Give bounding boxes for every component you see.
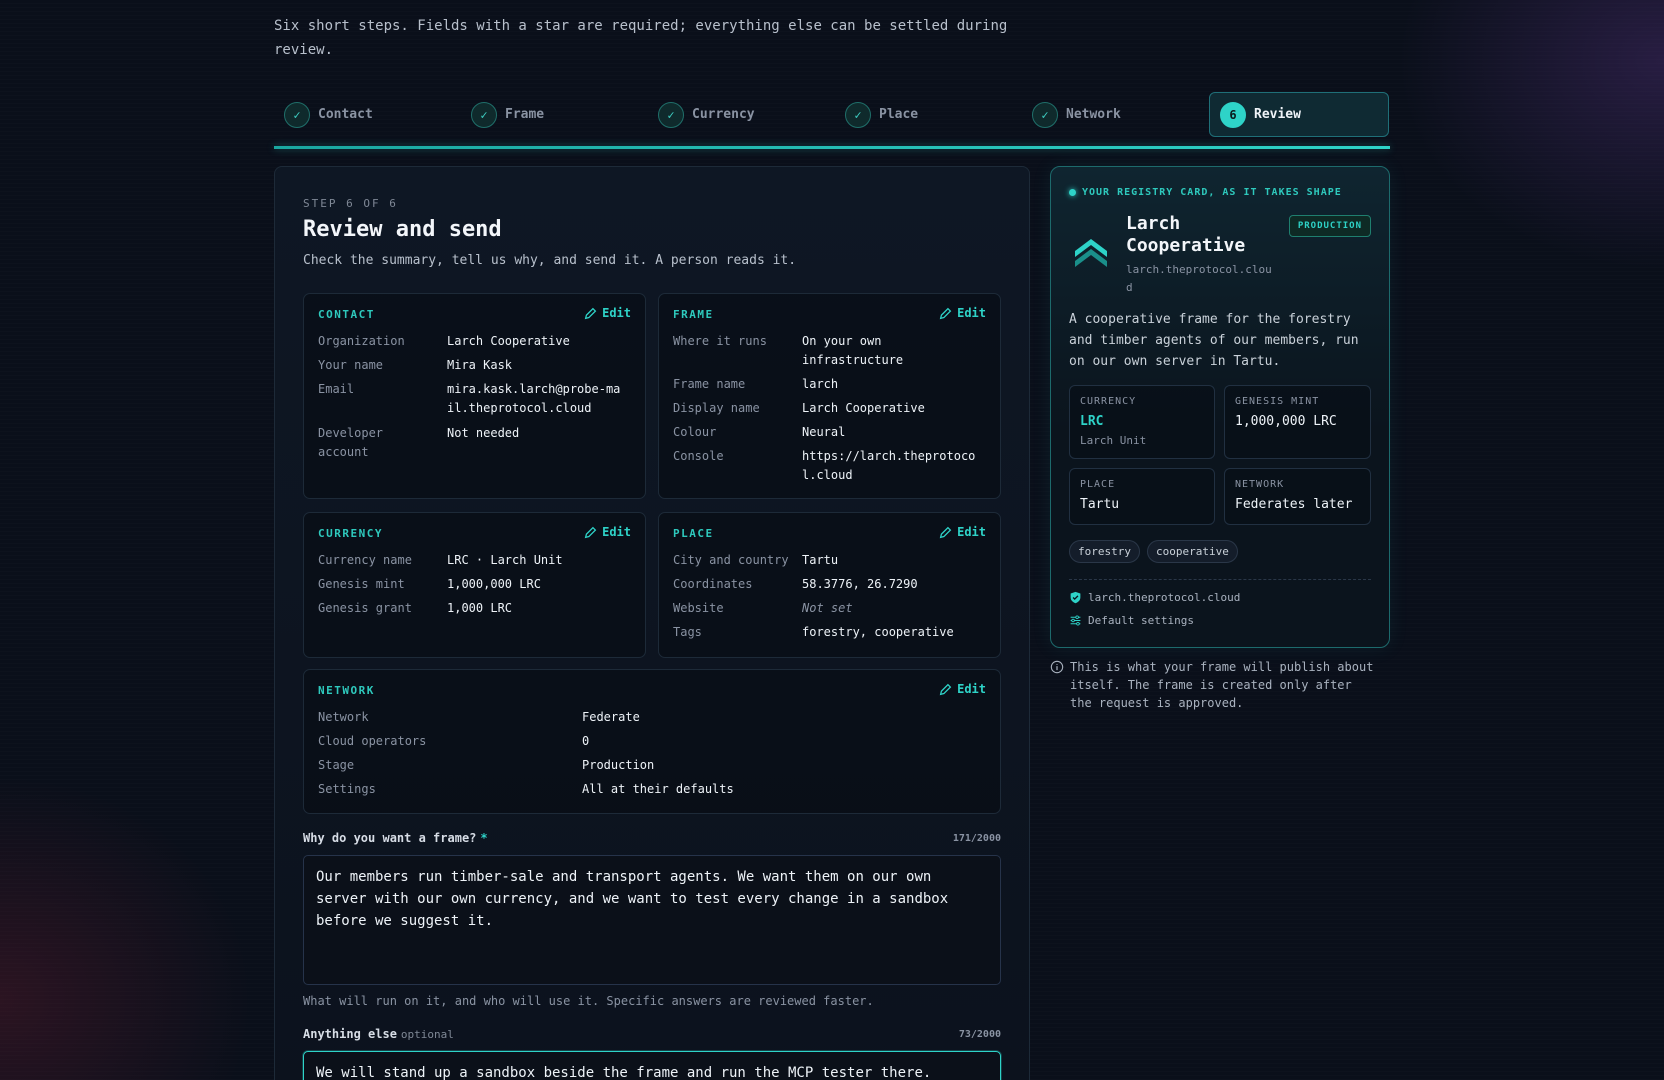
step-number: 6: [1220, 101, 1246, 128]
else-counter: 73/2000: [958, 1029, 1001, 1040]
edit-currency-button[interactable]: Edit: [584, 525, 631, 539]
edit-network-button[interactable]: Edit: [939, 682, 986, 696]
divider: [1069, 579, 1371, 580]
step-network[interactable]: ✓ Network: [1022, 92, 1202, 137]
edit-contact-button[interactable]: Edit: [584, 306, 631, 320]
domain-line: larch.theprotocol.cloud: [1069, 591, 1240, 604]
else-textarea[interactable]: [303, 1051, 1001, 1080]
pencil-icon: [584, 526, 597, 538]
step-contact[interactable]: ✓ Contact: [274, 92, 454, 137]
stepper-progress-line: [274, 146, 1390, 149]
step-label: Review: [1254, 107, 1301, 122]
pencil-icon: [584, 307, 597, 319]
page-title: Review and send: [303, 217, 502, 242]
org-name: Larch Cooperative: [1126, 213, 1246, 256]
why-hint: What will run on it, and who will use it…: [303, 994, 874, 1008]
required-star: *: [480, 831, 488, 845]
step-review[interactable]: 6 Review: [1209, 92, 1389, 137]
org-host: larch.theprotocol.cloud: [1126, 263, 1272, 294]
sliders-icon: [1070, 615, 1081, 626]
card-heading: CURRENCY: [318, 527, 383, 540]
live-dot-icon: [1069, 189, 1076, 196]
stage-badge: PRODUCTION: [1288, 215, 1371, 237]
pencil-icon: [939, 307, 952, 319]
currency-card: CURRENCY Edit Currency name LRC · Larch U…: [303, 512, 646, 658]
org-description: A cooperative frame for the forestry and…: [1069, 312, 1359, 369]
chevron-up-logo-icon: [1075, 239, 1107, 267]
currency-tile: CURRENCY LRC Larch Unit: [1069, 385, 1215, 459]
shield-check-icon: [1070, 591, 1081, 604]
check-icon: ✓: [1032, 101, 1058, 128]
step-label: Contact: [318, 107, 373, 122]
card-heading: PLACE: [673, 527, 714, 540]
else-label: Anything else optional: [303, 1027, 454, 1041]
settings-line: Default settings: [1069, 614, 1194, 627]
contact-card: CONTACT Edit Organization Larch Cooperati…: [303, 293, 646, 499]
network-card: NETWORK Edit Network Federate Cloud opera…: [303, 669, 1001, 814]
review-panel: STEP 6 OF 6 Review and send Check the su…: [274, 166, 1030, 1080]
check-icon: ✓: [658, 101, 684, 128]
step-label: Frame: [505, 107, 545, 122]
card-heading: CONTACT: [318, 308, 375, 321]
why-counter: 171/2000: [952, 833, 1001, 844]
step-label: Place: [879, 107, 919, 122]
publish-note: This is what your frame will publish abo…: [1050, 658, 1390, 712]
edit-frame-button[interactable]: Edit: [939, 306, 986, 320]
stepper: ✓ Contact ✓ Frame ✓ Currency ✓ Place ✓ N…: [274, 92, 1390, 150]
step-label: Currency: [692, 107, 755, 122]
registry-card-heading: YOUR REGISTRY CARD, AS IT TAKES SHAPE: [1069, 187, 1342, 198]
place-card: PLACE Edit City and country Tartu Coordin…: [658, 512, 1001, 658]
pencil-icon: [939, 526, 952, 538]
frame-card: FRAME Edit Where it runs On your own infr…: [658, 293, 1001, 499]
step-place[interactable]: ✓ Place: [835, 92, 1015, 137]
tag-chip: forestry: [1069, 540, 1140, 563]
check-icon: ✓: [845, 101, 871, 128]
check-icon: ✓: [284, 101, 310, 128]
check-icon: ✓: [471, 101, 497, 128]
intro-text: Six short steps. Fields with a star are …: [274, 18, 1008, 58]
pencil-icon: [939, 683, 952, 695]
step-label: Network: [1066, 107, 1121, 122]
card-heading: FRAME: [673, 308, 714, 321]
why-label: Why do you want a frame? *: [303, 831, 488, 845]
place-tile: PLACE Tartu: [1069, 468, 1215, 525]
edit-place-button[interactable]: Edit: [939, 525, 986, 539]
page-subtitle: Check the summary, tell us why, and send…: [303, 253, 797, 268]
network-tile: NETWORK Federates later: [1224, 468, 1371, 525]
registry-card: YOUR REGISTRY CARD, AS IT TAKES SHAPE La…: [1050, 166, 1390, 648]
step-frame[interactable]: ✓ Frame: [461, 92, 641, 137]
info-icon: [1050, 660, 1064, 674]
card-heading: NETWORK: [318, 684, 375, 697]
genesis-mint-tile: GENESIS MINT 1,000,000 LRC: [1224, 385, 1371, 459]
tag-chip: cooperative: [1147, 540, 1238, 563]
step-counter: STEP 6 OF 6: [303, 197, 398, 210]
why-textarea[interactable]: [303, 855, 1001, 985]
step-currency[interactable]: ✓ Currency: [648, 92, 828, 137]
